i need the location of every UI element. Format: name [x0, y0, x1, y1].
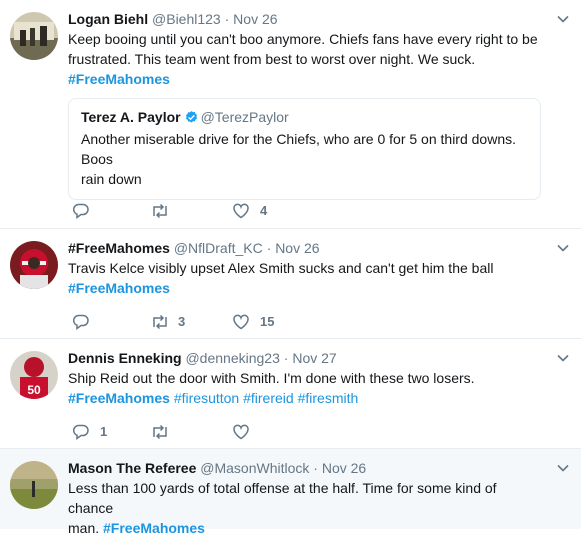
tweet-text: Keep booing until you can't boo anymore.… — [68, 29, 541, 89]
display-name[interactable]: Mason The Referee — [68, 460, 196, 476]
reply-icon — [72, 314, 89, 330]
display-name[interactable]: Logan Biehl — [68, 11, 148, 27]
quoted-tweet[interactable]: Terez A. Paylor @TerezPaylor Another mise… — [68, 98, 541, 200]
heart-icon — [233, 424, 249, 440]
tweet-text-line: man. — [68, 520, 100, 536]
tweet-header: Dennis Enneking @denneking23 · Nov 27 — [68, 349, 541, 367]
like-count: 4 — [260, 203, 268, 218]
separator-dot: · — [224, 11, 230, 27]
tweet-text: Ship Reid out the door with Smith. I'm d… — [68, 368, 541, 408]
tweet-text-line: Less than 100 yards of total offense at … — [68, 480, 497, 516]
hashtag-link[interactable]: #firesutton — [174, 390, 239, 406]
tweet-logan-biehl[interactable]: Logan Biehl @Biehl123 · Nov 26 Keep booi… — [0, 0, 581, 229]
like-count: 15 — [260, 314, 275, 329]
avatar[interactable] — [10, 461, 58, 509]
reply-count: 1 — [100, 424, 108, 439]
timestamp[interactable]: Nov 26 — [322, 460, 366, 476]
tweet-text-line: Keep booing until you can't boo anymore.… — [68, 31, 538, 47]
verified-badge-icon — [185, 110, 197, 123]
tweet-header: #FreeMahomes @NflDraft_KC · Nov 26 — [68, 239, 541, 257]
hashtag-link[interactable]: #FreeMahomes — [103, 520, 205, 536]
svg-text:50: 50 — [27, 383, 41, 397]
quoted-user-handle: @TerezPaylor — [200, 109, 289, 125]
tweet-freemahomes[interactable]: #FreeMahomes @NflDraft_KC · Nov 26 Travi… — [0, 229, 581, 339]
tweet-feed: Logan Biehl @Biehl123 · Nov 26 Keep booi… — [0, 0, 581, 536]
display-name[interactable]: Dennis Enneking — [68, 350, 182, 366]
heart-icon — [233, 203, 249, 219]
tweet-dennis-enneking[interactable]: 50 Dennis Enneking @denneking23 · Nov 27… — [0, 339, 581, 449]
tweet-text-line: Ship Reid out the door with Smith. I'm d… — [68, 370, 475, 386]
retweet-count: 3 — [178, 314, 186, 329]
tweet-header: Logan Biehl @Biehl123 · Nov 26 — [68, 10, 541, 28]
tweet-text: Less than 100 yards of total offense at … — [68, 478, 541, 538]
timestamp[interactable]: Nov 26 — [275, 240, 319, 256]
tweet-mason-the-referee[interactable]: Mason The Referee @MasonWhitlock · Nov 2… — [0, 449, 581, 536]
separator-dot: · — [313, 460, 318, 476]
timestamp[interactable]: Nov 26 — [233, 11, 277, 27]
hashtag-link[interactable]: #FreeMahomes — [68, 390, 170, 406]
hashtag-link[interactable]: #firereid — [243, 390, 294, 406]
retweet-icon — [153, 424, 167, 440]
chevron-down-icon[interactable] — [557, 14, 569, 24]
user-handle[interactable]: @denneking23 — [185, 350, 279, 366]
quoted-text-line: rain down — [81, 171, 142, 187]
tweet-header: Mason The Referee @MasonWhitlock · Nov 2… — [68, 459, 541, 477]
user-handle[interactable]: @Biehl123 — [152, 11, 221, 27]
chevron-down-icon[interactable] — [557, 463, 569, 473]
separator-dot: · — [283, 350, 289, 366]
tweet-text-line: frustrated. This team went from best to … — [68, 51, 476, 67]
display-name[interactable]: #FreeMahomes — [68, 240, 170, 256]
reply-icon — [72, 424, 89, 440]
tweet-text: Travis Kelce visibly upset Alex Smith su… — [68, 258, 541, 298]
quoted-display-name: Terez A. Paylor — [81, 109, 181, 125]
avatar[interactable]: 50 — [10, 351, 58, 399]
timestamp[interactable]: Nov 27 — [292, 350, 336, 366]
heart-icon — [233, 314, 249, 330]
user-handle[interactable]: @NflDraft_KC — [174, 240, 263, 256]
quoted-text-line: Another miserable drive for the Chiefs, … — [81, 131, 516, 167]
retweet-icon — [153, 314, 167, 330]
hashtag-link[interactable]: #FreeMahomes — [68, 280, 170, 296]
tweet-text-line: Travis Kelce visibly upset Alex Smith su… — [68, 260, 494, 276]
reply-icon — [72, 203, 89, 219]
avatar[interactable] — [10, 12, 58, 60]
user-handle[interactable]: @MasonWhitlock — [200, 460, 309, 476]
separator-dot: · — [266, 240, 272, 256]
chevron-down-icon[interactable] — [557, 353, 569, 363]
hashtag-link[interactable]: #firesmith — [298, 390, 359, 406]
chevron-down-icon[interactable] — [557, 243, 569, 253]
retweet-icon — [153, 203, 167, 219]
hashtag-link[interactable]: #FreeMahomes — [68, 71, 170, 87]
avatar[interactable] — [10, 241, 58, 289]
